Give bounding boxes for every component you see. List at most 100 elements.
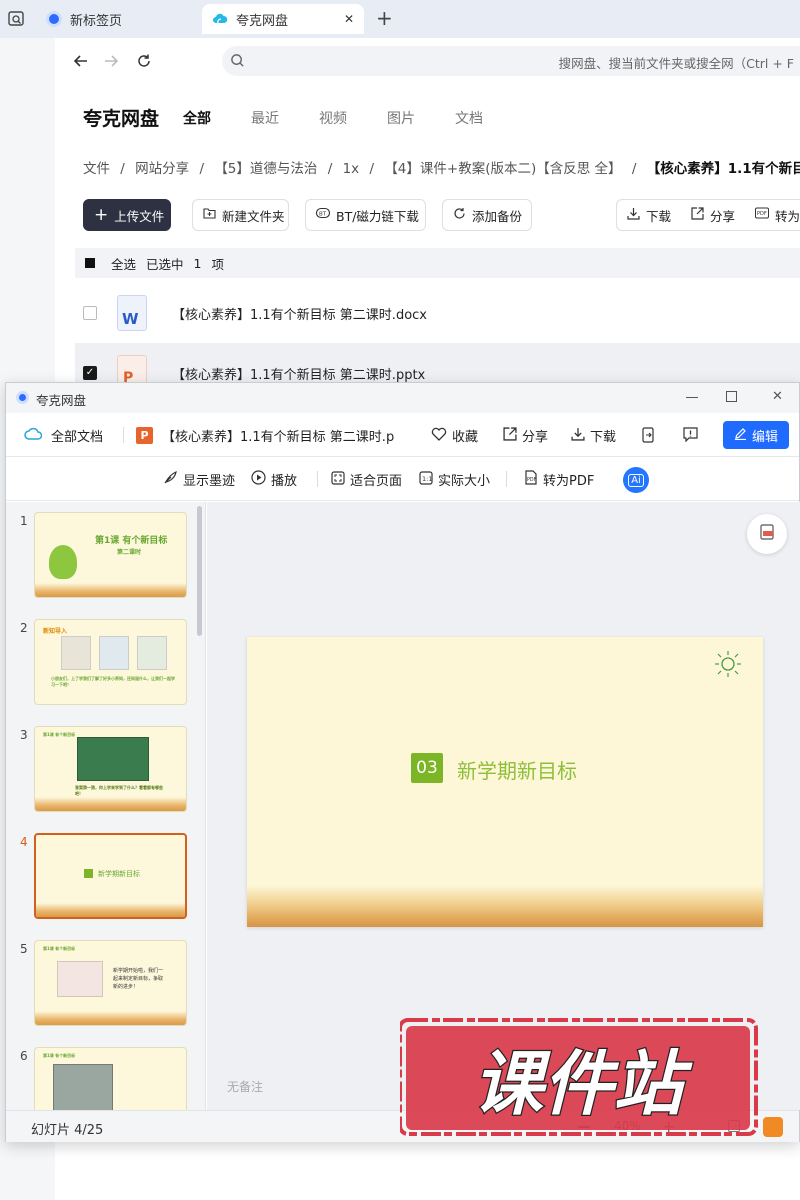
thumbnail-title: 新学期新目标 (98, 870, 140, 878)
slideshow-play-icon[interactable] (763, 1117, 783, 1137)
fit-page-button[interactable]: 适合页面 (331, 470, 402, 489)
maximize-icon[interactable] (726, 391, 737, 402)
breadcrumb-item[interactable]: 【5】道德与法治 (214, 161, 317, 177)
magnet-icon: BT (315, 207, 331, 223)
new-folder-label: 新建文件夹 (222, 208, 285, 224)
play-icon (251, 470, 266, 489)
tab-quark-pan[interactable]: 夸克网盘 ✕ (202, 4, 364, 34)
slide-thumbnail[interactable]: 第1课 有个新目标 新学期开始啦，我们一起来制定新目标，争取新的进步！ (34, 940, 187, 1026)
share-label: 分享 (710, 208, 736, 224)
svg-text:1:1: 1:1 (422, 475, 432, 483)
share-icon (691, 206, 704, 224)
pan-logo[interactable]: 夸克网盘 (83, 104, 159, 131)
favorite-button[interactable]: 收藏 (431, 426, 478, 445)
open-external-icon[interactable] (641, 427, 655, 447)
breadcrumb-item[interactable]: 【4】课件+教案(版本二)【含反思 全】 (384, 161, 621, 177)
select-all-checkbox[interactable] (85, 258, 95, 268)
slide-thumbnail[interactable]: 第1课 有个新目标 (34, 1047, 187, 1110)
ai-assistant-button[interactable]: Ai (623, 467, 649, 493)
pencil-icon (734, 427, 747, 444)
breadcrumb-item[interactable]: 1x (343, 161, 360, 177)
row-checkbox[interactable] (83, 306, 97, 320)
all-docs-label: 全部文档 (51, 430, 104, 445)
folder-plus-icon (203, 207, 216, 223)
reload-icon[interactable] (133, 50, 155, 72)
back-arrow-icon[interactable] (70, 50, 92, 72)
actual-size-button[interactable]: 1:1 实际大小 (419, 470, 490, 489)
slide-thumbnail[interactable]: 第1课 有个新目标 第二课时 (34, 512, 187, 598)
download-button[interactable]: 下载 (617, 206, 681, 225)
convert-button[interactable]: PDF 转为 (745, 206, 800, 225)
selected-count: 1 (193, 255, 202, 271)
slide-thumbnail-active[interactable]: 新学期新目标 (34, 833, 187, 919)
bt-download-button[interactable]: BT BT/磁力链下载 (305, 199, 426, 231)
tab-docs[interactable]: 文档 (455, 108, 483, 128)
share-button[interactable]: 分享 (503, 426, 548, 445)
share-button[interactable]: 分享 (681, 206, 745, 225)
fit-page-label: 适合页面 (350, 474, 403, 489)
browser-tab-strip: 新标签页 夸克网盘 ✕ + (0, 0, 800, 38)
pdf-view-button[interactable] (747, 514, 787, 554)
slide-thumbnail[interactable]: 新知导入 小朋友们，上了学我们了解了好多小养知，还知道什么，让我们一起学习一下吧… (34, 619, 187, 705)
classroom-image (61, 636, 91, 670)
feather-icon (163, 470, 178, 489)
search-input[interactable]: 搜网盘、搜当前文件夹或搜全网（Ctrl + F (222, 46, 800, 76)
thumbnail-title: 第1课 有个新目标 (43, 946, 76, 951)
play-button[interactable]: 播放 (251, 470, 297, 489)
sun-icon (713, 649, 743, 683)
upload-button[interactable]: + 上传文件 (83, 199, 171, 231)
breadcrumb-sep: / (327, 161, 333, 177)
thumbnail-title: 第1课 有个新目标 (43, 732, 76, 737)
to-pdf-button[interactable]: PDF 转为PDF (524, 470, 594, 489)
bt-download-label: BT/磁力链下载 (336, 208, 419, 224)
select-all-label[interactable]: 全选 (111, 254, 136, 273)
tab-all[interactable]: 全部 (183, 108, 211, 128)
close-icon[interactable]: ✕ (772, 389, 783, 404)
feedback-icon[interactable] (683, 427, 698, 446)
all-docs-button[interactable]: 全部文档 (24, 426, 103, 445)
thumbnail-number-box (84, 869, 93, 878)
breadcrumb-current: 【核心素养】1.1有个新目标 第 (646, 161, 800, 177)
thumbnails-scrollbar[interactable] (197, 506, 202, 636)
download-button[interactable]: 下载 (571, 426, 616, 445)
tab-search-icon[interactable] (8, 11, 24, 27)
thumbnail-number: 6 (20, 1049, 28, 1063)
download-label: 下载 (590, 430, 617, 445)
row-checkbox-checked[interactable]: ✓ (83, 366, 97, 380)
thumbnail-number: 5 (20, 942, 28, 956)
share-label: 分享 (522, 430, 549, 445)
close-icon[interactable]: ✕ (344, 12, 354, 26)
file-name[interactable]: 【核心素养】1.1有个新目标 第二课时.pptx (172, 364, 425, 383)
file-name[interactable]: 【核心素养】1.1有个新目标 第二课时.docx (172, 304, 427, 323)
divider (123, 427, 124, 443)
file-row[interactable]: W 【核心素养】1.1有个新目标 第二课时.docx (75, 283, 800, 343)
tab-video[interactable]: 视频 (319, 108, 347, 128)
cloud-icon (24, 427, 43, 445)
edit-button[interactable]: 编辑 (723, 421, 789, 449)
viewer-window-title: 夸克网盘 (36, 393, 87, 408)
ai-icon: Ai (628, 473, 644, 487)
new-tab-button[interactable]: + (376, 6, 393, 30)
show-ink-button[interactable]: 显示墨迹 (163, 470, 235, 489)
minimize-icon[interactable] (686, 397, 698, 398)
download-icon (571, 427, 585, 445)
add-backup-button[interactable]: 添加备份 (442, 199, 532, 231)
svg-text:PDF: PDF (757, 211, 767, 217)
heart-icon (431, 427, 447, 445)
tab-images[interactable]: 图片 (387, 108, 415, 128)
classroom-image (99, 636, 129, 670)
thumbnail-subtitle: 答案猜一猜，你上学来学到了什么？看看都有哪些吧！ (75, 785, 163, 796)
breadcrumb-item[interactable]: 网站分享 (135, 161, 189, 177)
speaker-notes[interactable]: 无备注 (227, 1078, 263, 1095)
breadcrumb-item[interactable]: 文件 (83, 161, 110, 177)
search-placeholder: 搜网盘、搜当前文件夹或搜全网（Ctrl + F (558, 56, 794, 71)
tab-new-tab[interactable]: 新标签页 (36, 4, 196, 34)
tab-recent[interactable]: 最近 (251, 108, 279, 128)
new-folder-button[interactable]: 新建文件夹 (192, 199, 289, 231)
divider (317, 471, 318, 487)
slide-thumbnail[interactable]: 第1课 有个新目标 答案猜一猜，你上学来学到了什么？看看都有哪些吧！ (34, 726, 187, 812)
upload-label: 上传文件 (114, 208, 165, 224)
forward-arrow-icon[interactable] (100, 50, 122, 72)
breadcrumb-sep: / (369, 161, 375, 177)
convert-label: 转为 (775, 208, 800, 224)
